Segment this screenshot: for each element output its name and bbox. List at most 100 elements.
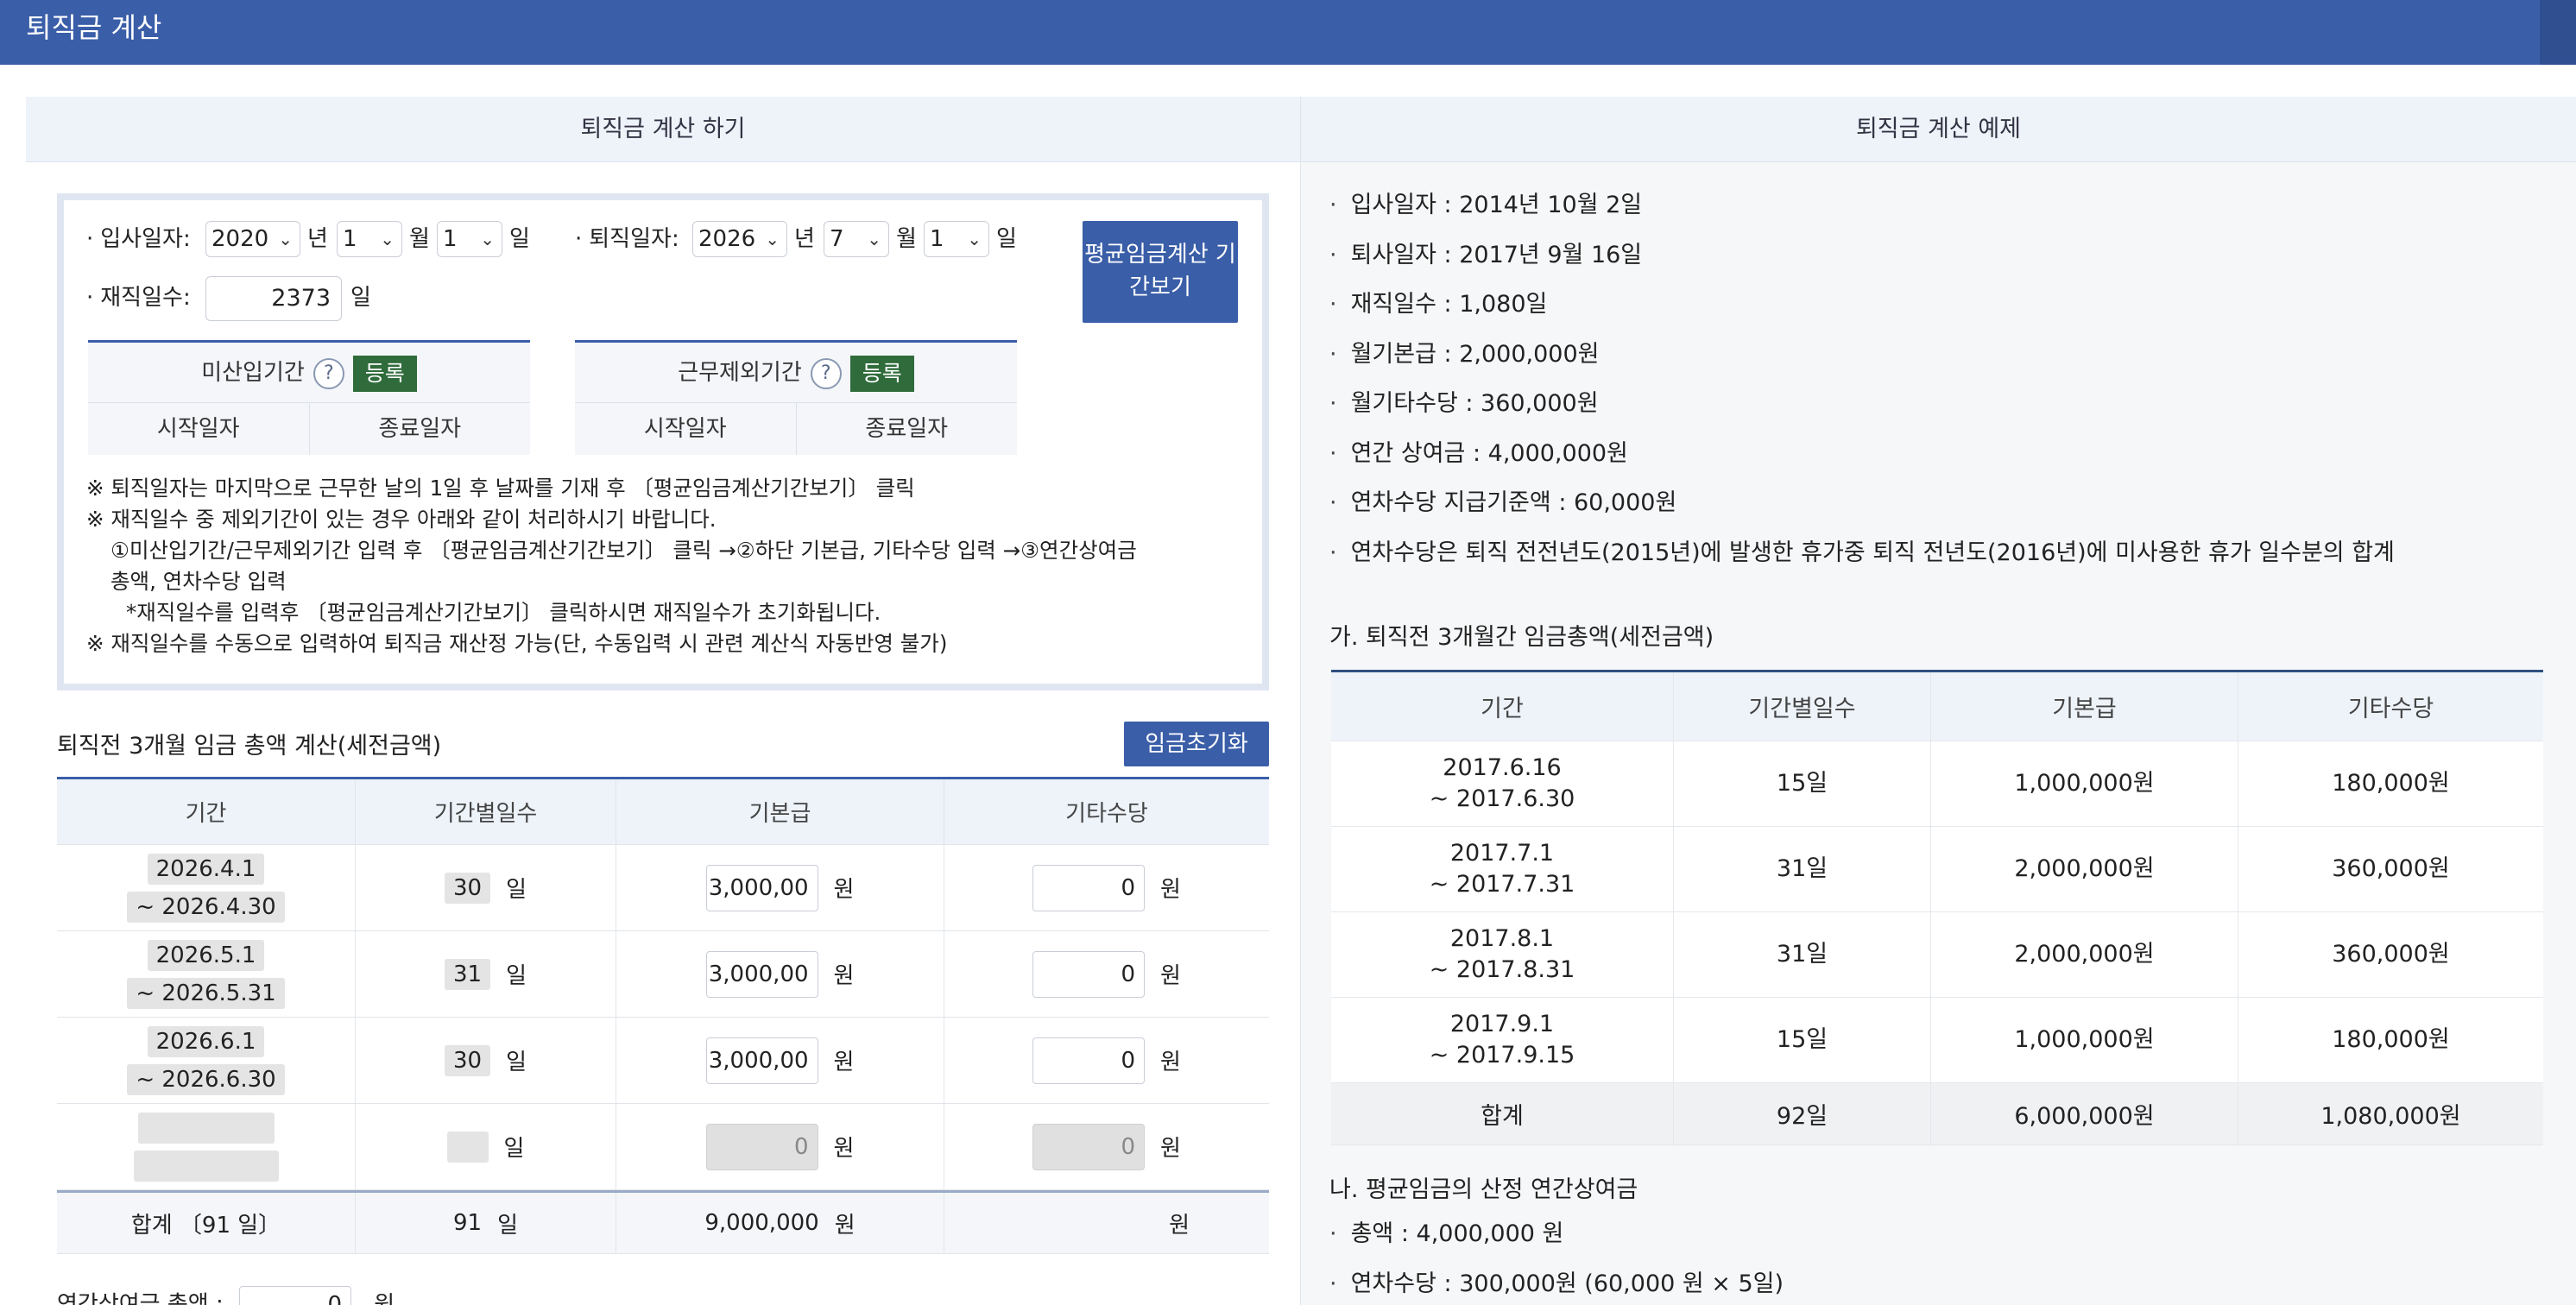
note-line: *재직일수를 입력후 〔평균임금계산기간보기〕 클릭하시면 재직일수가 초기화됩… <box>126 600 881 625</box>
year-unit: 년 <box>794 226 815 252</box>
start-date-label: 시작일자 <box>643 416 727 442</box>
base-pay-input[interactable]: 3,000,00 <box>705 950 818 998</box>
other-allowance-input[interactable]: 0 <box>1032 864 1146 911</box>
base-pay-input[interactable]: 3,000,00 <box>705 1037 818 1084</box>
month-unit: 월 <box>409 226 430 252</box>
base-pay-input[interactable]: 3,000,00 <box>705 864 818 911</box>
chevron-down-icon: ⌄ <box>380 229 395 249</box>
work-excluded-period-header: 근무제외기간? 등록 <box>575 343 1017 403</box>
page-title: 퇴직금 계산 <box>26 11 162 44</box>
base-pay: 2,000,000원 <box>1930 912 2238 997</box>
excluded-period-table: 미산입기간? 등록 시작일자 종료일자 <box>88 340 530 455</box>
help-icon[interactable]: ? <box>810 357 842 389</box>
table-row: 2026.4.1 ~ 2026.4.30 30 일 3,000,00 원 0원 <box>57 845 1269 931</box>
wage-reset-button[interactable]: 임금초기화 <box>1124 722 1269 766</box>
day-unit: 일 <box>503 1136 525 1162</box>
chevron-down-icon: ⌄ <box>765 229 780 249</box>
won-unit: 원 <box>834 1212 856 1239</box>
won-unit: 원 <box>1160 877 1181 903</box>
period-to: ~ 2026.5.31 <box>127 977 285 1009</box>
list-item: 입사일자 : 2014년 10월 2일 <box>1329 188 2395 238</box>
column-header: 기간 <box>185 801 227 827</box>
title-bar: 퇴직금 계산 <box>0 0 2576 65</box>
excluded-period-register-button[interactable]: 등록 <box>352 355 417 392</box>
table-row: 2017.9.1 ~ 2017.9.15 15일 1,000,000원 180,0… <box>1331 998 2543 1083</box>
period-days <box>446 1131 489 1163</box>
list-item: 연차수당 : 300,000원 (60,000 원 × 5일) <box>1329 1267 1784 1305</box>
help-icon[interactable]: ? <box>313 357 344 389</box>
work-excluded-period-table: 근무제외기간? 등록 시작일자 종료일자 <box>575 340 1017 455</box>
hire-month-select[interactable]: 1 ⌄ <box>337 221 402 257</box>
list-item: 연차수당 지급기준액 : 60,000원 <box>1329 486 2395 536</box>
wage-table: 기간 기간별일수 기본급 기타수당 2026.4.1 ~ 2026.4.30 30… <box>57 777 1269 1254</box>
sum-base-pay: 9,000,000 <box>704 1210 819 1236</box>
avg-period-button[interactable]: 평균임금계산 기간보기 <box>1083 221 1238 323</box>
day-unit: 일 <box>996 226 1017 252</box>
won-unit: 원 <box>833 877 855 903</box>
list-item: 연차수당은 퇴직 전전년도(2015년)에 발생한 휴가중 퇴직 전년도(201… <box>1329 536 2395 586</box>
service-days-unit: 일 <box>350 285 371 311</box>
instruction-notes: ※ 퇴직일자는 마지막으로 근무한 날의 1일 후 날짜를 기재 후 〔평균임금… <box>86 473 1137 659</box>
list-item: 연간 상여금 : 4,000,000원 <box>1329 437 2395 487</box>
chevron-down-icon: ⌄ <box>967 229 982 249</box>
chevron-down-icon: ⌄ <box>480 229 495 249</box>
other-allowance: 180,000원 <box>2238 998 2543 1082</box>
period-from: 2017.8.1 <box>1449 925 1555 952</box>
period-days: 31일 <box>1673 827 1930 911</box>
hire-date-label: 입사일자: <box>86 224 190 254</box>
list-item: 월기본급 : 2,000,000원 <box>1329 337 2395 388</box>
day-unit: 일 <box>509 226 530 252</box>
day-unit: 일 <box>506 877 527 903</box>
won-unit: 원 <box>1160 1050 1181 1075</box>
example-panel-heading: 퇴직금 계산 예제 <box>1300 97 2576 162</box>
sum-label: 합계 <box>1481 1103 1524 1130</box>
example-sum-row: 합계 92일 6,000,000원 1,080,000원 <box>1331 1083 2543 1145</box>
note-line: ※ 재직일수를 수동으로 입력하여 퇴직금 재산정 가능(단, 수동입력 시 관… <box>86 631 948 656</box>
retire-year-select[interactable]: 2026 ⌄ <box>692 221 787 257</box>
period-to: ~ 2026.4.30 <box>127 891 285 923</box>
sum-base-pay: 6,000,000원 <box>1930 1083 2238 1144</box>
column-header: 기타수당 <box>944 779 1269 844</box>
table-row: 일 0원 0원 <box>57 1104 1269 1190</box>
list-item: 퇴사일자 : 2017년 9월 16일 <box>1329 238 2395 288</box>
period-to: ~ 2017.9.15 <box>1429 1042 1575 1069</box>
calc-panel-heading: 퇴직금 계산 하기 <box>26 97 1300 162</box>
period-to: ~ 2017.8.31 <box>1429 956 1575 983</box>
base-pay: 2,000,000원 <box>1930 827 2238 911</box>
period-from: 2017.7.1 <box>1449 840 1555 867</box>
column-header: 기간별일수 <box>1673 672 1930 741</box>
period-from: 2026.4.1 <box>147 853 265 885</box>
year-unit: 년 <box>307 226 328 252</box>
period-from <box>137 1112 275 1144</box>
period-days: 31일 <box>1673 912 1930 997</box>
table-row: 2026.6.1 ~ 2026.6.30 30 일 3,000,00 원 0원 <box>57 1018 1269 1104</box>
hire-day-select[interactable]: 1 ⌄ <box>437 221 502 257</box>
column-header: 기간 <box>1481 696 1524 722</box>
service-days-input[interactable]: 2373 <box>205 276 342 321</box>
period-from: 2017.9.1 <box>1449 1011 1555 1037</box>
note-line: ①미산입기간/근무제외기간 입력 후 〔평균임금계산기간보기〕 클릭 →②하단 … <box>110 538 1137 563</box>
annual-bonus-input[interactable]: 0 <box>239 1286 351 1305</box>
excluded-period-header: 미산입기간? 등록 <box>88 343 530 403</box>
won-unit: 원 <box>833 1136 855 1162</box>
other-allowance-input[interactable]: 0 <box>1032 1037 1146 1084</box>
retire-day-select[interactable]: 1 ⌄ <box>924 221 989 257</box>
period-from: 2026.5.1 <box>147 939 265 971</box>
note-line: ※ 퇴직일자는 마지막으로 근무한 날의 1일 후 날짜를 기재 후 〔평균임금… <box>86 476 915 501</box>
example-table-header: 기간 기간별일수 기본급 기타수당 <box>1331 672 2543 741</box>
sum-days: 92일 <box>1673 1083 1930 1144</box>
table-row: 2026.5.1 ~ 2026.5.31 31 일 3,000,00 원 0원 <box>57 931 1269 1018</box>
won-unit: 원 <box>374 1291 395 1305</box>
base-pay-input-disabled: 0 <box>705 1123 818 1170</box>
other-allowance-input[interactable]: 0 <box>1032 950 1146 998</box>
hire-year-select[interactable]: 2020 ⌄ <box>205 221 300 257</box>
excluded-period-title: 미산입기간 <box>201 360 305 386</box>
retire-month-select[interactable]: 7 ⌄ <box>824 221 889 257</box>
column-header: 기간별일수 <box>355 779 616 844</box>
work-excluded-register-button[interactable]: 등록 <box>849 355 914 392</box>
sum-label: 합계 〔91 일〕 <box>130 1212 281 1239</box>
column-header: 기본급 <box>1930 672 2238 741</box>
day-unit: 일 <box>506 1050 527 1075</box>
annual-bonus-label: 연간상여금 총액 : <box>57 1291 224 1305</box>
example-facts-list: 입사일자 : 2014년 10월 2일 퇴사일자 : 2017년 9월 16일 … <box>1329 188 2395 585</box>
